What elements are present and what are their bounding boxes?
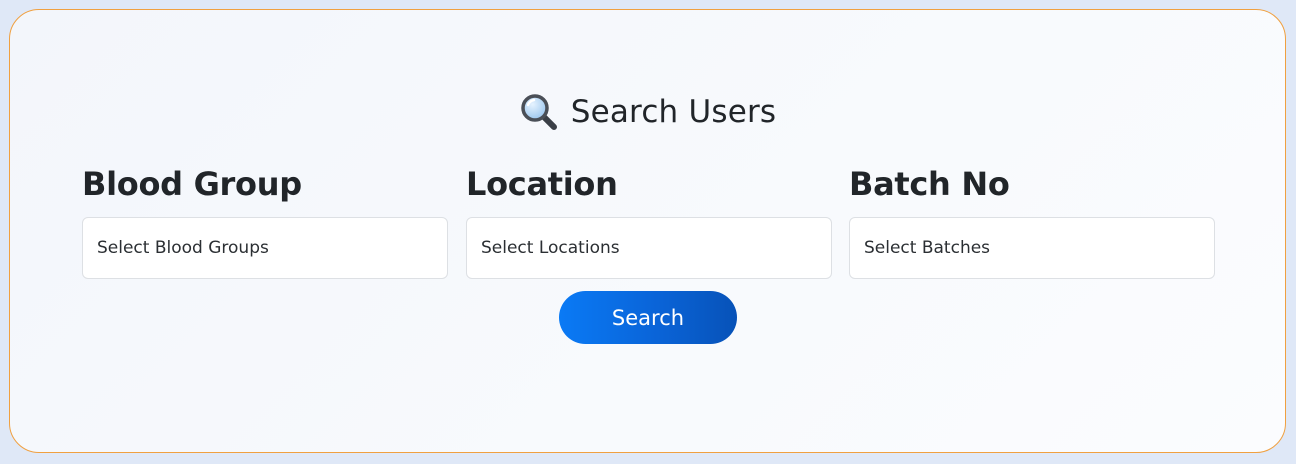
magnifying-glass-icon <box>519 92 559 132</box>
page-title: Search Users <box>570 94 777 130</box>
search-button[interactable]: Search <box>559 291 737 344</box>
blood-group-label: Blood Group <box>82 165 302 203</box>
batch-no-select[interactable]: Select Batches <box>849 217 1215 279</box>
blood-group-filter: Blood Group Select Blood Groups <box>82 162 448 279</box>
batch-no-filter: Batch No Select Batches <box>849 162 1215 279</box>
location-select[interactable]: Select Locations <box>466 217 832 279</box>
location-filter: Location Select Locations <box>466 162 832 279</box>
blood-group-placeholder: Select Blood Groups <box>97 238 269 258</box>
location-placeholder: Select Locations <box>481 238 620 258</box>
search-header: Search Users <box>10 90 1285 134</box>
batch-no-label: Batch No <box>849 165 1010 203</box>
blood-group-select[interactable]: Select Blood Groups <box>82 217 448 279</box>
search-panel: Search Users Blood Group Select Blood Gr… <box>9 9 1286 453</box>
batch-no-placeholder: Select Batches <box>864 238 991 258</box>
location-label: Location <box>466 165 618 203</box>
